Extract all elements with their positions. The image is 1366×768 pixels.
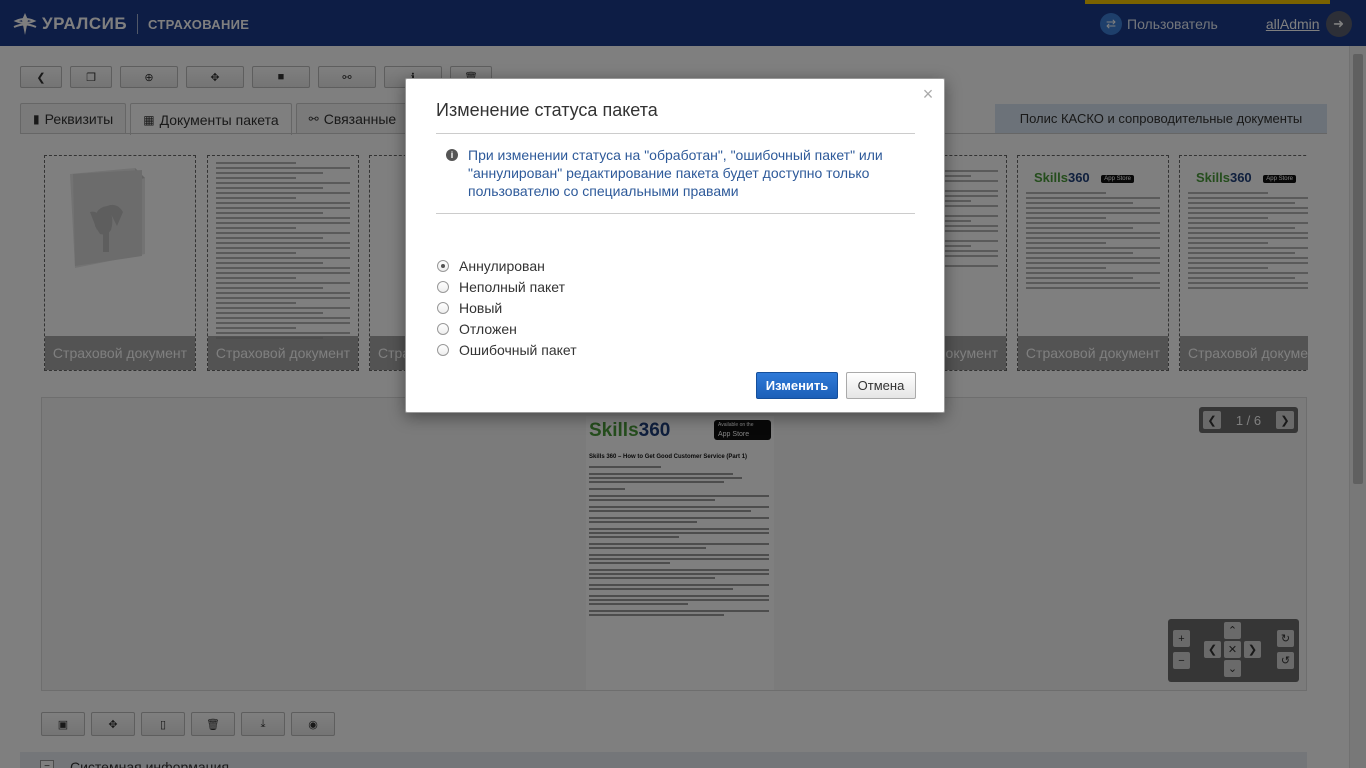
dialog-divider (436, 133, 915, 134)
radio-button[interactable] (437, 301, 449, 314)
status-option-label[interactable]: Аннулирован (459, 258, 545, 274)
radio-button[interactable] (437, 343, 449, 356)
radio-button[interactable] (437, 322, 449, 335)
status-option-cancelled[interactable]: Аннулирован (437, 255, 577, 276)
dialog-title: Изменение статуса пакета (436, 100, 658, 120)
status-option-label[interactable]: Неполный пакет (459, 279, 565, 295)
cancel-button[interactable]: Отмена (846, 372, 916, 399)
status-option-label[interactable]: Ошибочный пакет (459, 342, 577, 358)
status-option-new[interactable]: Новый (437, 297, 577, 318)
status-warning-text: При изменении статуса на "обработан", "о… (468, 147, 883, 199)
status-option-label[interactable]: Отложен (459, 321, 517, 337)
status-options: Аннулирован Неполный пакет Новый Отложен… (437, 255, 577, 360)
info-icon: i (446, 149, 458, 161)
close-icon[interactable]: × (920, 85, 936, 103)
change-status-button[interactable]: Изменить (756, 372, 838, 399)
dialog-divider (436, 213, 915, 214)
radio-button[interactable] (437, 280, 449, 293)
radio-button[interactable] (437, 259, 449, 272)
status-option-label[interactable]: Новый (459, 300, 502, 316)
status-option-postponed[interactable]: Отложен (437, 318, 577, 339)
change-status-dialog: × Изменение статуса пакета i При изменен… (405, 78, 945, 413)
status-option-error[interactable]: Ошибочный пакет (437, 339, 577, 360)
status-option-incomplete[interactable]: Неполный пакет (437, 276, 577, 297)
